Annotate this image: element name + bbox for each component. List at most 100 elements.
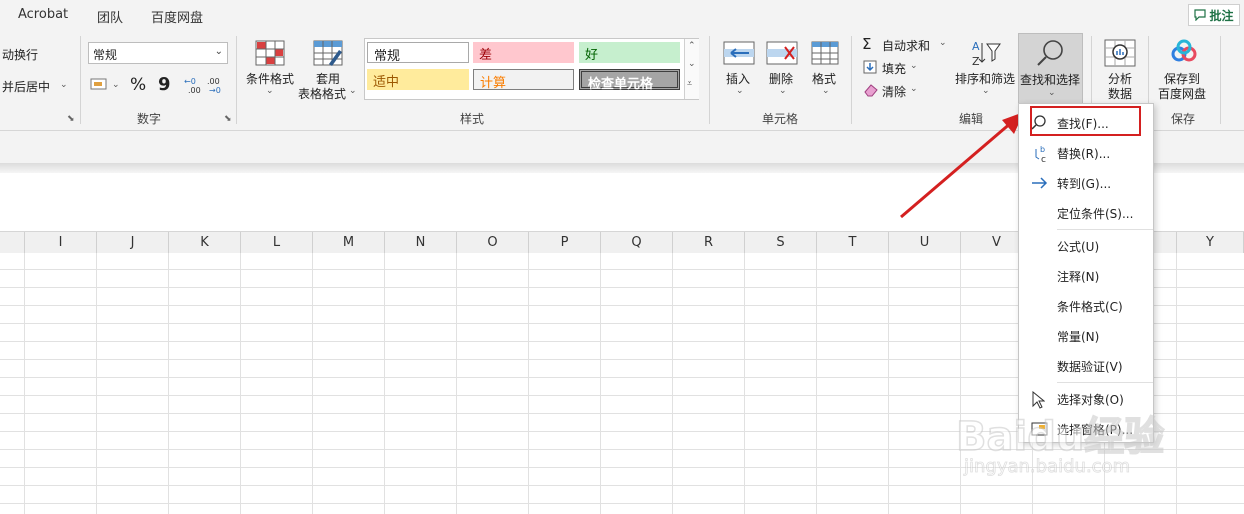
- clear-button[interactable]: 清除 ⌄: [862, 82, 932, 100]
- gallery-scroll[interactable]: ⌃ ⌄ ⩡: [684, 39, 699, 99]
- column-header-Y[interactable]: Y: [1177, 232, 1244, 253]
- save-group-label: 保存: [1171, 112, 1196, 126]
- delete-button[interactable]: 删除 ⌄: [763, 38, 801, 104]
- column-header-M[interactable]: M: [313, 232, 385, 253]
- style-neutral[interactable]: 适中: [367, 69, 469, 90]
- accounting-chevron-down-icon[interactable]: ⌄: [112, 80, 120, 90]
- clear-label: 清除: [882, 85, 907, 99]
- svg-text:←0: ←0: [184, 77, 196, 86]
- comment-button[interactable]: 批注: [1188, 4, 1240, 26]
- group-divider: [709, 36, 710, 124]
- alignment-dialog-launcher-icon[interactable]: ⬊: [67, 114, 75, 124]
- style-bad[interactable]: 差: [473, 42, 574, 63]
- column-header-N[interactable]: N: [385, 232, 457, 253]
- group-divider: [1220, 36, 1221, 124]
- tab-acrobat[interactable]: Acrobat: [18, 7, 68, 22]
- style-good[interactable]: 好: [579, 42, 680, 63]
- svg-text:→0: →0: [209, 86, 221, 94]
- analyze-data-button[interactable]: 分析 数据: [1100, 38, 1140, 104]
- column-header-R[interactable]: R: [673, 232, 745, 253]
- style-calculation[interactable]: 计算: [473, 69, 574, 91]
- wrap-text-button[interactable]: 动换行: [2, 46, 38, 63]
- pointer-icon: [1032, 391, 1045, 409]
- menu-item-conditional-formatting[interactable]: 条件格式(C): [1019, 292, 1153, 320]
- menu-item-label: 转到(G)...: [1057, 177, 1112, 191]
- conditional-format-button[interactable]: 条件格式 ⌄: [244, 38, 298, 104]
- style-normal[interactable]: 常规: [367, 42, 469, 64]
- menu-item-select-objects[interactable]: 选择对象(O): [1019, 385, 1153, 413]
- column-header-O[interactable]: O: [457, 232, 529, 253]
- menu-item-label: 定位条件(S)...: [1057, 207, 1134, 221]
- column-header-Q[interactable]: Q: [601, 232, 673, 253]
- chevron-down-icon: ⌄: [822, 86, 830, 96]
- menu-item-constants[interactable]: 常量(N): [1019, 322, 1153, 350]
- menu-item-replace[interactable]: bc 替换(R)...: [1019, 139, 1153, 167]
- column-header-partial[interactable]: [0, 232, 25, 253]
- menu-separator: [1057, 229, 1153, 230]
- column-header-K[interactable]: K: [169, 232, 241, 253]
- format-as-table-icon: [313, 40, 343, 66]
- column-header-T[interactable]: T: [817, 232, 889, 253]
- tab-baidu-netdisk[interactable]: 百度网盘: [151, 7, 203, 26]
- chevron-down-icon: ⌄: [982, 86, 990, 96]
- format-cells-icon: [811, 41, 839, 65]
- column-header-P[interactable]: P: [529, 232, 601, 253]
- menu-item-selection-pane[interactable]: 选择窗格(P)...: [1019, 415, 1153, 443]
- chevron-down-icon: ⌄: [214, 46, 223, 57]
- find-select-label: 查找和选择: [1020, 73, 1081, 87]
- fill-button[interactable]: 填充 ⌄: [862, 59, 932, 77]
- format-button[interactable]: 格式 ⌄: [806, 38, 844, 104]
- merge-chevron-down-icon[interactable]: ⌄: [60, 80, 68, 90]
- sort-filter-icon: A Z: [972, 40, 1001, 68]
- column-header-J[interactable]: J: [97, 232, 169, 253]
- comma-style-button[interactable]: 9: [158, 74, 171, 95]
- menu-item-label: 数据验证(V): [1057, 360, 1123, 374]
- insert-button[interactable]: 插入 ⌄: [720, 38, 758, 104]
- cells-group-label: 单元格: [762, 112, 799, 126]
- decrease-decimal-icon[interactable]: .00 →0: [207, 76, 227, 94]
- fill-label: 填充: [882, 62, 907, 76]
- baidu-netdisk-icon: [1171, 39, 1197, 62]
- column-header-S[interactable]: S: [745, 232, 817, 253]
- menu-item-data-validation[interactable]: 数据验证(V): [1019, 352, 1153, 380]
- chevron-down-icon: ⌄: [910, 61, 918, 71]
- menu-item-label: 常量(N): [1057, 330, 1100, 344]
- menu-item-label: 替换(R)...: [1057, 147, 1111, 161]
- column-header-U[interactable]: U: [889, 232, 961, 253]
- tab-team[interactable]: 团队: [97, 7, 123, 26]
- comment-label: 批注: [1209, 8, 1234, 23]
- conditional-format-label: 条件格式: [246, 72, 295, 86]
- number-dialog-launcher-icon[interactable]: ⬊: [224, 114, 232, 124]
- save-to-baidu-button[interactable]: 保存到 百度网盘: [1156, 38, 1212, 104]
- column-header-L[interactable]: L: [241, 232, 313, 253]
- format-as-table-button[interactable]: 套用 表格格式 ⌄: [297, 38, 359, 104]
- increase-decimal-icon[interactable]: ←0 .00: [184, 76, 204, 94]
- menu-item-goto-special[interactable]: 定位条件(S)...: [1019, 199, 1153, 227]
- chevron-down-icon: ⌄: [779, 86, 787, 96]
- sort-filter-button[interactable]: A Z 排序和筛选 ⌄: [955, 38, 1017, 104]
- format-as-table-label-2: 表格格式: [298, 87, 347, 101]
- insert-label: 插入: [726, 72, 751, 86]
- column-header-I[interactable]: I: [25, 232, 97, 253]
- find-select-button[interactable]: 查找和选择 ⌄: [1018, 33, 1083, 105]
- accounting-format-icon[interactable]: [90, 76, 110, 92]
- menu-item-notes[interactable]: 注释(N): [1019, 262, 1153, 290]
- fill-down-icon: [863, 60, 877, 74]
- scroll-down-icon[interactable]: ⌄: [688, 59, 696, 69]
- svg-text:c: c: [1041, 155, 1046, 163]
- percent-style-button[interactable]: %: [130, 75, 146, 95]
- number-format-select[interactable]: 常规 ⌄: [88, 42, 228, 64]
- svg-text:b: b: [1040, 145, 1045, 154]
- magnifier-icon: [1037, 40, 1063, 66]
- menu-item-goto[interactable]: 转到(G)...: [1019, 169, 1153, 197]
- merge-center-button[interactable]: 并后居中: [2, 78, 50, 95]
- sort-filter-label: 排序和筛选: [955, 72, 1016, 86]
- autosum-button[interactable]: Σ 自动求和 ⌄: [862, 35, 952, 54]
- scroll-up-icon[interactable]: ⌃: [688, 41, 696, 51]
- menu-item-formulas[interactable]: 公式(U): [1019, 232, 1153, 260]
- menu-item-label: 选择窗格(P)...: [1057, 423, 1134, 437]
- menu-item-label: 选择对象(O): [1057, 393, 1124, 407]
- gallery-more-icon[interactable]: ⩡: [687, 79, 692, 89]
- svg-text:.00: .00: [188, 86, 201, 94]
- style-check-cell[interactable]: 检查单元格: [579, 69, 680, 92]
